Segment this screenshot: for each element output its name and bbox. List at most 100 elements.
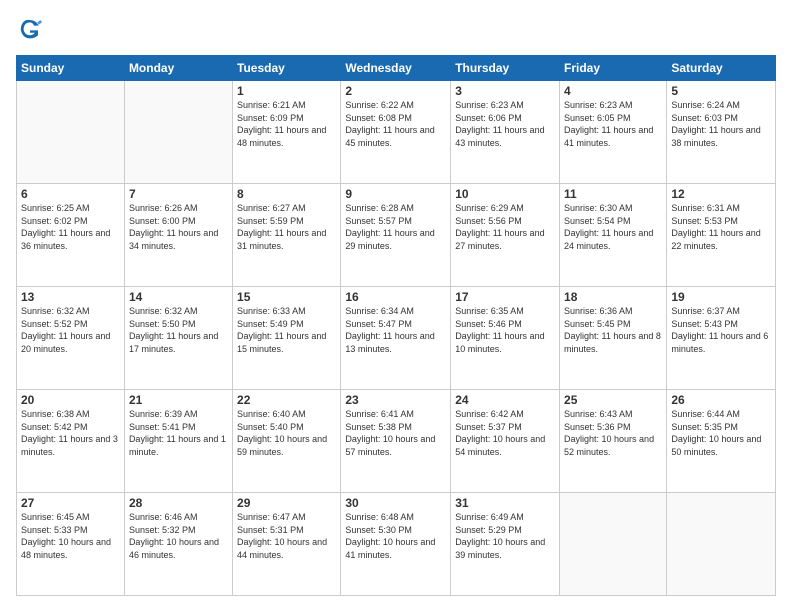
calendar-cell [124,81,232,184]
day-number: 15 [237,290,336,304]
calendar-cell: 11Sunrise: 6:30 AM Sunset: 5:54 PM Dayli… [560,184,667,287]
day-detail: Sunrise: 6:27 AM Sunset: 5:59 PM Dayligh… [237,202,336,252]
day-number: 7 [129,187,228,201]
day-detail: Sunrise: 6:32 AM Sunset: 5:52 PM Dayligh… [21,305,120,355]
logo [16,16,42,45]
calendar-cell: 12Sunrise: 6:31 AM Sunset: 5:53 PM Dayli… [667,184,776,287]
day-number: 18 [564,290,662,304]
calendar-cell: 14Sunrise: 6:32 AM Sunset: 5:50 PM Dayli… [124,287,232,390]
day-detail: Sunrise: 6:23 AM Sunset: 6:06 PM Dayligh… [455,99,555,149]
day-detail: Sunrise: 6:22 AM Sunset: 6:08 PM Dayligh… [345,99,446,149]
day-number: 13 [21,290,120,304]
day-number: 19 [671,290,771,304]
calendar-cell: 22Sunrise: 6:40 AM Sunset: 5:40 PM Dayli… [233,390,341,493]
day-detail: Sunrise: 6:21 AM Sunset: 6:09 PM Dayligh… [237,99,336,149]
calendar-week-row: 1Sunrise: 6:21 AM Sunset: 6:09 PM Daylig… [17,81,776,184]
calendar-week-row: 13Sunrise: 6:32 AM Sunset: 5:52 PM Dayli… [17,287,776,390]
calendar-cell: 18Sunrise: 6:36 AM Sunset: 5:45 PM Dayli… [560,287,667,390]
calendar-cell [667,493,776,596]
day-header-tuesday: Tuesday [233,56,341,81]
calendar-cell: 2Sunrise: 6:22 AM Sunset: 6:08 PM Daylig… [341,81,451,184]
calendar-week-row: 27Sunrise: 6:45 AM Sunset: 5:33 PM Dayli… [17,493,776,596]
calendar-cell: 5Sunrise: 6:24 AM Sunset: 6:03 PM Daylig… [667,81,776,184]
day-detail: Sunrise: 6:41 AM Sunset: 5:38 PM Dayligh… [345,408,446,458]
calendar-cell: 9Sunrise: 6:28 AM Sunset: 5:57 PM Daylig… [341,184,451,287]
day-number: 25 [564,393,662,407]
calendar-cell: 15Sunrise: 6:33 AM Sunset: 5:49 PM Dayli… [233,287,341,390]
day-number: 4 [564,84,662,98]
day-number: 24 [455,393,555,407]
calendar-table: SundayMondayTuesdayWednesdayThursdayFrid… [16,55,776,596]
calendar-cell: 26Sunrise: 6:44 AM Sunset: 5:35 PM Dayli… [667,390,776,493]
calendar-cell: 27Sunrise: 6:45 AM Sunset: 5:33 PM Dayli… [17,493,125,596]
day-detail: Sunrise: 6:29 AM Sunset: 5:56 PM Dayligh… [455,202,555,252]
day-header-monday: Monday [124,56,232,81]
day-detail: Sunrise: 6:31 AM Sunset: 5:53 PM Dayligh… [671,202,771,252]
calendar-cell: 19Sunrise: 6:37 AM Sunset: 5:43 PM Dayli… [667,287,776,390]
day-number: 5 [671,84,771,98]
day-number: 8 [237,187,336,201]
day-detail: Sunrise: 6:40 AM Sunset: 5:40 PM Dayligh… [237,408,336,458]
day-number: 31 [455,496,555,510]
day-header-thursday: Thursday [451,56,560,81]
day-detail: Sunrise: 6:25 AM Sunset: 6:02 PM Dayligh… [21,202,120,252]
calendar-cell: 30Sunrise: 6:48 AM Sunset: 5:30 PM Dayli… [341,493,451,596]
calendar-cell: 8Sunrise: 6:27 AM Sunset: 5:59 PM Daylig… [233,184,341,287]
day-number: 1 [237,84,336,98]
day-number: 23 [345,393,446,407]
day-number: 27 [21,496,120,510]
day-number: 6 [21,187,120,201]
calendar-cell: 3Sunrise: 6:23 AM Sunset: 6:06 PM Daylig… [451,81,560,184]
calendar-week-row: 6Sunrise: 6:25 AM Sunset: 6:02 PM Daylig… [17,184,776,287]
calendar-cell [17,81,125,184]
day-detail: Sunrise: 6:42 AM Sunset: 5:37 PM Dayligh… [455,408,555,458]
calendar-week-row: 20Sunrise: 6:38 AM Sunset: 5:42 PM Dayli… [17,390,776,493]
day-number: 9 [345,187,446,201]
header [16,16,776,45]
day-number: 22 [237,393,336,407]
calendar-cell: 6Sunrise: 6:25 AM Sunset: 6:02 PM Daylig… [17,184,125,287]
day-detail: Sunrise: 6:28 AM Sunset: 5:57 PM Dayligh… [345,202,446,252]
day-header-sunday: Sunday [17,56,125,81]
calendar-cell: 23Sunrise: 6:41 AM Sunset: 5:38 PM Dayli… [341,390,451,493]
calendar-cell: 17Sunrise: 6:35 AM Sunset: 5:46 PM Dayli… [451,287,560,390]
day-number: 11 [564,187,662,201]
calendar-cell: 24Sunrise: 6:42 AM Sunset: 5:37 PM Dayli… [451,390,560,493]
calendar-cell: 4Sunrise: 6:23 AM Sunset: 6:05 PM Daylig… [560,81,667,184]
calendar-cell: 13Sunrise: 6:32 AM Sunset: 5:52 PM Dayli… [17,287,125,390]
day-number: 3 [455,84,555,98]
day-number: 2 [345,84,446,98]
day-number: 10 [455,187,555,201]
day-header-saturday: Saturday [667,56,776,81]
page: SundayMondayTuesdayWednesdayThursdayFrid… [0,0,792,612]
day-number: 26 [671,393,771,407]
calendar-header-row: SundayMondayTuesdayWednesdayThursdayFrid… [17,56,776,81]
day-detail: Sunrise: 6:26 AM Sunset: 6:00 PM Dayligh… [129,202,228,252]
day-number: 21 [129,393,228,407]
day-detail: Sunrise: 6:47 AM Sunset: 5:31 PM Dayligh… [237,511,336,561]
day-number: 29 [237,496,336,510]
day-number: 12 [671,187,771,201]
day-detail: Sunrise: 6:33 AM Sunset: 5:49 PM Dayligh… [237,305,336,355]
day-detail: Sunrise: 6:38 AM Sunset: 5:42 PM Dayligh… [21,408,120,458]
calendar-cell: 16Sunrise: 6:34 AM Sunset: 5:47 PM Dayli… [341,287,451,390]
calendar-cell: 7Sunrise: 6:26 AM Sunset: 6:00 PM Daylig… [124,184,232,287]
day-detail: Sunrise: 6:37 AM Sunset: 5:43 PM Dayligh… [671,305,771,355]
day-number: 16 [345,290,446,304]
day-detail: Sunrise: 6:36 AM Sunset: 5:45 PM Dayligh… [564,305,662,355]
day-detail: Sunrise: 6:46 AM Sunset: 5:32 PM Dayligh… [129,511,228,561]
day-number: 17 [455,290,555,304]
day-detail: Sunrise: 6:45 AM Sunset: 5:33 PM Dayligh… [21,511,120,561]
day-number: 14 [129,290,228,304]
calendar-cell: 21Sunrise: 6:39 AM Sunset: 5:41 PM Dayli… [124,390,232,493]
calendar-cell: 28Sunrise: 6:46 AM Sunset: 5:32 PM Dayli… [124,493,232,596]
calendar-cell: 10Sunrise: 6:29 AM Sunset: 5:56 PM Dayli… [451,184,560,287]
calendar-cell: 29Sunrise: 6:47 AM Sunset: 5:31 PM Dayli… [233,493,341,596]
day-detail: Sunrise: 6:44 AM Sunset: 5:35 PM Dayligh… [671,408,771,458]
day-detail: Sunrise: 6:30 AM Sunset: 5:54 PM Dayligh… [564,202,662,252]
day-header-friday: Friday [560,56,667,81]
day-detail: Sunrise: 6:35 AM Sunset: 5:46 PM Dayligh… [455,305,555,355]
day-detail: Sunrise: 6:23 AM Sunset: 6:05 PM Dayligh… [564,99,662,149]
day-detail: Sunrise: 6:32 AM Sunset: 5:50 PM Dayligh… [129,305,228,355]
calendar-cell: 20Sunrise: 6:38 AM Sunset: 5:42 PM Dayli… [17,390,125,493]
